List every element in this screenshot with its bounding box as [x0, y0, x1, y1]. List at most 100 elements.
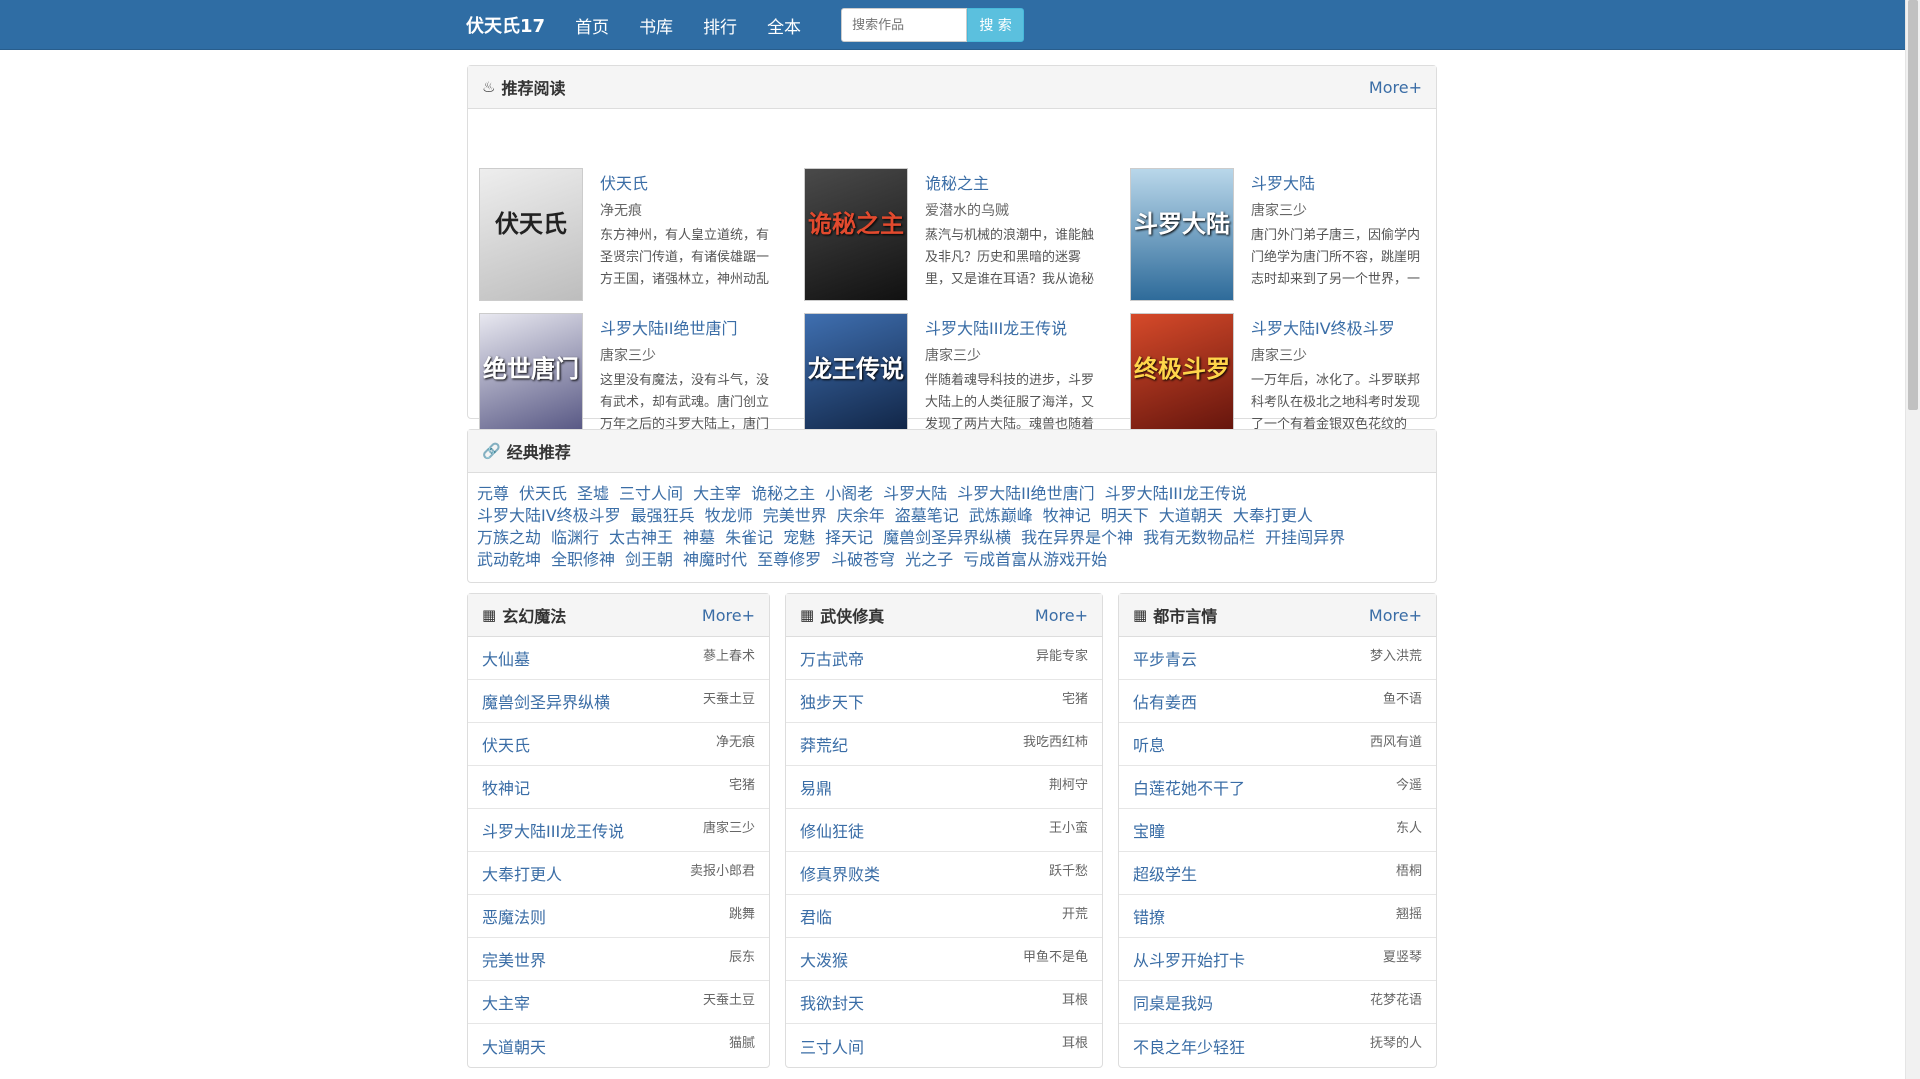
classic-tag[interactable]: 剑王朝 — [625, 550, 673, 569]
classic-tag[interactable]: 斗罗大陆III龙王传说 — [1105, 484, 1247, 503]
classic-tag[interactable]: 明天下 — [1101, 506, 1149, 525]
list-item-title[interactable]: 恶魔法则 — [482, 904, 546, 928]
classic-tag[interactable]: 神魔时代 — [683, 550, 747, 569]
book-cover[interactable]: 诡秘之主 — [804, 168, 908, 301]
classic-tag[interactable]: 我在异界是个神 — [1021, 528, 1133, 547]
list-item-title[interactable]: 万古武帝 — [800, 646, 864, 670]
list-item-title[interactable]: 大道朝天 — [482, 1034, 546, 1058]
scrollbar-thumb[interactable] — [1908, 0, 1918, 410]
book-title[interactable]: 斗罗大陆IV终极斗罗 — [1251, 315, 1395, 339]
classic-tag[interactable]: 庆余年 — [837, 506, 885, 525]
classic-tag[interactable]: 伏天氏 — [519, 484, 567, 503]
list-item-title[interactable]: 同桌是我妈 — [1133, 990, 1213, 1014]
search-input[interactable] — [841, 8, 968, 42]
classic-tag[interactable]: 三寸人间 — [619, 484, 683, 503]
classic-tag[interactable]: 亏成首富从游戏开始 — [963, 550, 1107, 569]
list-item-title[interactable]: 大主宰 — [482, 990, 530, 1014]
list-item-title[interactable]: 错撩 — [1133, 904, 1165, 928]
list-item-title[interactable]: 大仙墓 — [482, 646, 530, 670]
list-item-title[interactable]: 宝瞳 — [1133, 818, 1165, 842]
site-brand[interactable]: 伏天氏17 — [466, 12, 545, 38]
classic-tag[interactable]: 斗破苍穹 — [831, 550, 895, 569]
classic-tag[interactable]: 太古神王 — [609, 528, 673, 547]
book-title[interactable]: 斗罗大陆 — [1251, 170, 1315, 194]
classic-tag[interactable]: 大奉打更人 — [1233, 506, 1313, 525]
classic-tag[interactable]: 牧神记 — [1043, 506, 1091, 525]
search-button[interactable]: 搜 索 — [967, 8, 1025, 42]
category-more-link[interactable]: More+ — [702, 606, 755, 625]
tag-line: 万族之劫 临渊行 太古神王 神墓 朱雀记 宠魅 择天记 魔兽剑圣异界纵横 我在异界是个神 我有无数… — [477, 527, 1428, 549]
classic-tag[interactable]: 武动乾坤 — [477, 550, 541, 569]
list-item-title[interactable]: 佔有姜西 — [1133, 689, 1197, 713]
classic-tag[interactable]: 斗罗大陆 — [883, 484, 947, 503]
list-item-title[interactable]: 完美世界 — [482, 947, 546, 971]
classic-tag[interactable]: 朱雀记 — [725, 528, 773, 547]
list-item-title[interactable]: 超级学生 — [1133, 861, 1197, 885]
classic-tag[interactable]: 完美世界 — [763, 506, 827, 525]
book-title[interactable]: 斗罗大陆II绝世唐门 — [600, 315, 737, 339]
list-item-title[interactable]: 听息 — [1133, 732, 1165, 756]
classic-tag[interactable]: 大道朝天 — [1159, 506, 1223, 525]
list-item-title[interactable]: 伏天氏 — [482, 732, 530, 756]
classic-tag[interactable]: 小阁老 — [825, 484, 873, 503]
nav-ranking[interactable]: 排行 — [703, 13, 737, 38]
list-item-title[interactable]: 斗罗大陆III龙王传说 — [482, 818, 624, 842]
classic-tag[interactable]: 万族之劫 — [477, 528, 541, 547]
list-item-author: 东人 — [1395, 820, 1422, 836]
list-item-title[interactable]: 大泼猴 — [800, 947, 848, 971]
classic-tag[interactable]: 斗罗大陆IV终极斗罗 — [477, 506, 621, 525]
list-item-title[interactable]: 白莲花她不干了 — [1133, 775, 1245, 799]
list-item-title[interactable]: 大奉打更人 — [482, 861, 562, 885]
nav-completed[interactable]: 全本 — [767, 13, 801, 38]
list-item-title[interactable]: 修仙狂徒 — [800, 818, 864, 842]
classic-tag[interactable]: 最强狂兵 — [631, 506, 695, 525]
classic-tag[interactable]: 全职修神 — [551, 550, 615, 569]
classic-tag[interactable]: 我有无数物品栏 — [1143, 528, 1255, 547]
list-item-title[interactable]: 三寸人间 — [800, 1034, 864, 1058]
category-more-link[interactable]: More+ — [1369, 606, 1422, 625]
list-item-title[interactable]: 莽荒纪 — [800, 732, 848, 756]
list-item-title[interactable]: 牧神记 — [482, 775, 530, 799]
classic-tag[interactable]: 宠魅 — [783, 528, 815, 547]
classic-tag[interactable]: 光之子 — [905, 550, 953, 569]
classic-tag[interactable]: 择天记 — [825, 528, 873, 547]
classic-tag[interactable]: 诡秘之主 — [751, 484, 815, 503]
list-item-title[interactable]: 独步天下 — [800, 689, 864, 713]
classic-tag[interactable]: 神墓 — [683, 528, 715, 547]
classic-tag[interactable]: 临渊行 — [551, 528, 599, 547]
book-cover[interactable]: 伏天氏 — [479, 168, 583, 301]
list-item-title[interactable]: 君临 — [800, 904, 832, 928]
category-more-link[interactable]: More+ — [1035, 606, 1088, 625]
book-title[interactable]: 诡秘之主 — [925, 170, 989, 194]
nav-home[interactable]: 首页 — [575, 13, 609, 38]
classic-tag[interactable]: 至尊修罗 — [757, 550, 821, 569]
category-panel-title: ▦ 武侠修真 — [800, 603, 884, 627]
classic-tag[interactable]: 斗罗大陆II绝世唐门 — [957, 484, 1094, 503]
recommend-more-link[interactable]: More+ — [1369, 78, 1422, 97]
classic-tag[interactable]: 元尊 — [477, 484, 509, 503]
classic-tag[interactable]: 开挂闯异界 — [1265, 528, 1345, 547]
list-item-title[interactable]: 修真界败类 — [800, 861, 880, 885]
list-item-title[interactable]: 平步青云 — [1133, 646, 1197, 670]
list-item-title[interactable]: 我欲封天 — [800, 990, 864, 1014]
list-item-author: 唐家三少 — [702, 820, 755, 836]
classic-tag[interactable]: 魔兽剑圣异界纵横 — [883, 528, 1011, 547]
classic-tag[interactable]: 大主宰 — [693, 484, 741, 503]
book-cover[interactable]: 绝世唐门 — [479, 313, 583, 446]
list-item-title[interactable]: 魔兽剑圣异界纵横 — [482, 689, 610, 713]
recommend-title-text: 推荐阅读 — [501, 79, 566, 98]
list-item-title[interactable]: 从斗罗开始打卡 — [1133, 947, 1245, 971]
nav-library[interactable]: 书库 — [639, 13, 673, 38]
list-item-title[interactable]: 易鼎 — [800, 775, 832, 799]
classic-tag[interactable]: 牧龙师 — [705, 506, 753, 525]
book-cover[interactable]: 龙王传说 — [804, 313, 908, 446]
book-cover[interactable]: 终极斗罗 — [1130, 313, 1234, 446]
classic-tag[interactable]: 武炼巅峰 — [969, 506, 1033, 525]
page-scrollbar[interactable] — [1905, 0, 1920, 1079]
list-item-title[interactable]: 不良之年少轻狂 — [1133, 1034, 1245, 1058]
book-cover[interactable]: 斗罗大陆 — [1130, 168, 1234, 301]
book-title[interactable]: 斗罗大陆III龙王传说 — [925, 315, 1067, 339]
classic-tag[interactable]: 盗墓笔记 — [895, 506, 959, 525]
book-title[interactable]: 伏天氏 — [600, 170, 648, 194]
classic-tag[interactable]: 圣墟 — [577, 484, 609, 503]
